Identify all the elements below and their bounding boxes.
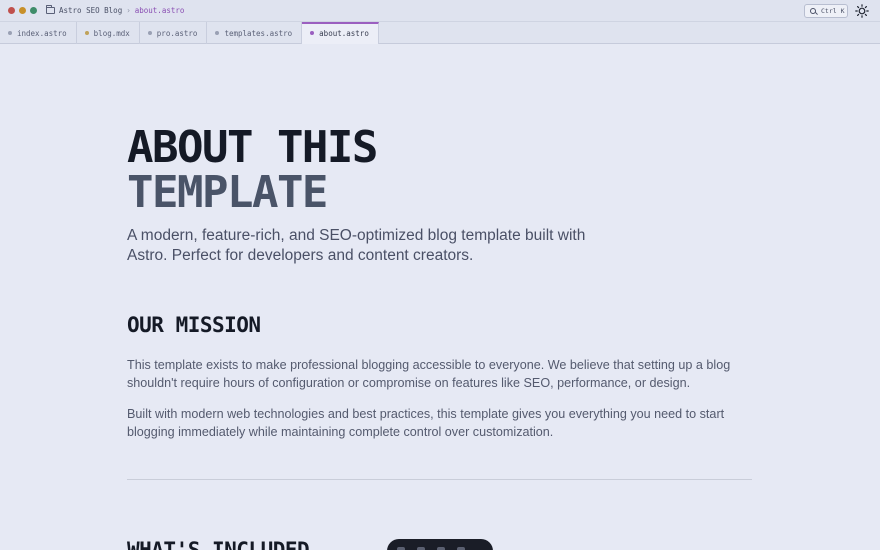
file-dot-icon: [215, 31, 220, 35]
tab-label: index.astro: [17, 28, 67, 38]
maximize-window-button[interactable]: [30, 7, 37, 14]
breadcrumb-project[interactable]: Astro SEO Blog: [59, 6, 122, 15]
sun-icon[interactable]: [855, 4, 869, 18]
tab-templates-astro[interactable]: templates.astro: [207, 22, 303, 44]
section-divider: [127, 479, 752, 480]
floating-toolbar[interactable]: [387, 539, 493, 550]
folder-icon: [46, 5, 55, 14]
page-lede: A modern, feature-rich, and SEO-optimize…: [127, 227, 586, 264]
close-window-button[interactable]: [8, 7, 15, 14]
tab-blog-mdx[interactable]: blog.mdx: [77, 22, 140, 44]
page-title: ABOUT THIS TEMPLATE: [127, 122, 378, 218]
mission-paragraph-1: This template exists to make professiona…: [127, 358, 731, 390]
file-dot-icon: [310, 31, 315, 35]
page-title-line1: ABOUT THIS: [127, 122, 378, 173]
tab-label: blog.mdx: [93, 28, 130, 38]
minimize-window-button[interactable]: [19, 7, 26, 14]
breadcrumb-separator: ›: [126, 6, 131, 15]
mission-heading: OUR MISSION: [127, 313, 261, 337]
tab-label: about.astro: [319, 28, 369, 38]
file-tabs: index.astro blog.mdx pro.astro templates…: [0, 22, 880, 44]
search-icon: [810, 8, 816, 14]
file-dot-icon: [84, 31, 89, 35]
search-button[interactable]: Ctrl K: [804, 4, 848, 18]
tab-about-astro[interactable]: about.astro: [302, 22, 379, 44]
window-controls: [8, 7, 37, 14]
file-dot-icon: [147, 31, 152, 35]
included-heading: WHAT'S INCLUDED: [127, 538, 310, 550]
search-shortcut-label: Ctrl K: [821, 7, 845, 15]
tab-pro-astro[interactable]: pro.astro: [140, 22, 208, 44]
file-dot-icon: [8, 31, 12, 35]
tab-index-astro[interactable]: index.astro: [0, 22, 77, 44]
title-bar: Astro SEO Blog › about.astro Ctrl K: [0, 0, 880, 22]
breadcrumb-current-file: about.astro: [134, 6, 185, 15]
breadcrumb: Astro SEO Blog › about.astro: [46, 5, 185, 15]
mission-paragraph-2: Built with modern web technologies and b…: [127, 407, 725, 439]
page-title-line2: TEMPLATE: [127, 167, 328, 218]
tab-label: templates.astro: [224, 28, 293, 38]
tab-label: pro.astro: [156, 28, 198, 38]
